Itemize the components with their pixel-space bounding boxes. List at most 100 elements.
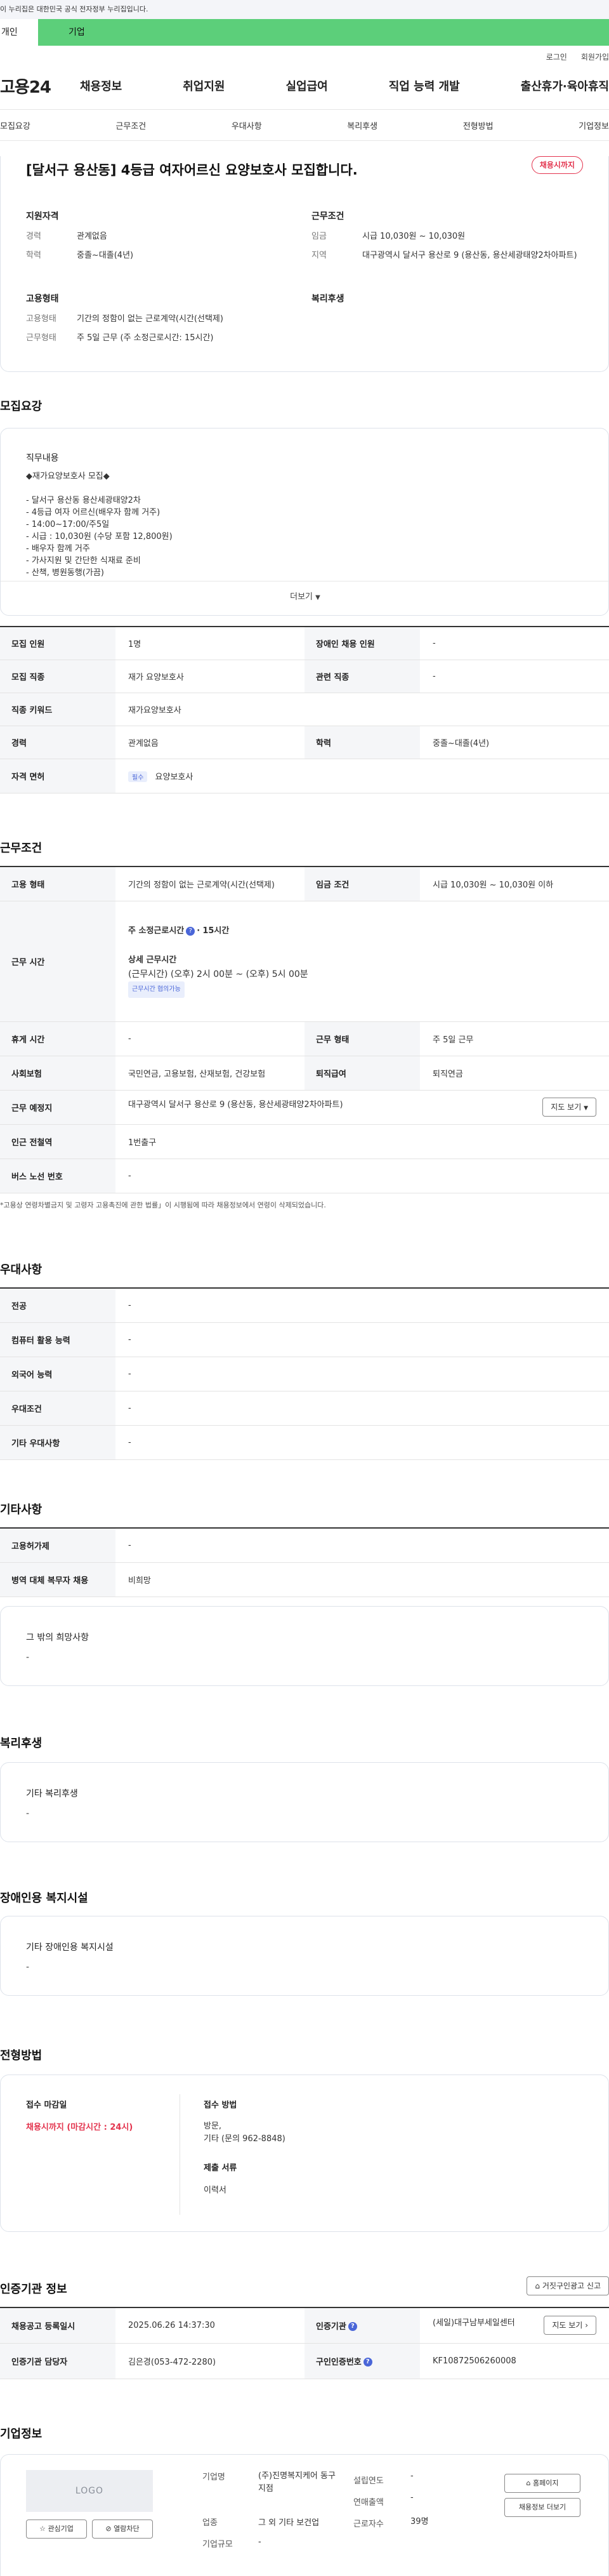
table-value: 주 5일 근무 (420, 1021, 609, 1056)
star-icon: ☆ (39, 2525, 46, 2533)
block-view-button[interactable]: ⊘ 열람차단 (92, 2520, 153, 2539)
summary-value: 기간의 정함이 없는 근로계약(시간(선택제) (77, 314, 223, 324)
staff-key: 근로자수 (353, 2520, 384, 2529)
table-row: 채용공고 등록일시 2025.06.26 14:37:30 인증기관? (세일)… (0, 2307, 609, 2344)
gnb-item-employment-support[interactable]: 취업지원 (183, 77, 225, 94)
table-key: 근무 시간 (0, 901, 115, 1022)
docs-label: 제출 서류 (204, 2163, 237, 2173)
summary-value: 관계없음 (77, 232, 107, 241)
anchor-preferences[interactable]: 우대사항 (232, 119, 262, 131)
chevron-down-icon: ▼ (584, 1105, 588, 1112)
table-row: 자격 면허 필수 요양보호사 (0, 759, 609, 793)
org-cell: (세일)대구남부세일센터 지도 보기 › (420, 2307, 609, 2344)
table-value: - (115, 1288, 609, 1323)
anchor-conditions[interactable]: 근무조건 (115, 119, 146, 131)
home-icon: ⌂ (535, 2281, 540, 2290)
table-key: 모집 인원 (0, 627, 115, 660)
cert-number-label: 구인인증번호 (316, 2357, 362, 2367)
table-key: 근무 형태 (304, 1021, 420, 1056)
tab-personal[interactable]: 개인 (0, 19, 38, 46)
disability-label: 기타 장애인용 복지시설 (26, 1942, 114, 1953)
chevron-down-icon: ▼ (315, 594, 320, 601)
block-icon: ⊘ (105, 2525, 112, 2533)
age-footnote: *고용상 연령차별금지 및 고령자 고용촉진에 관한 법률」이 시행됨에 따라 … (0, 1201, 326, 1209)
tab-company[interactable]: 기업 (38, 19, 609, 46)
deadline-value: 채용시까지 (마감시간 : 24시) (26, 2123, 133, 2132)
summary-key: 임금 (311, 232, 327, 241)
section-anchor-nav: 모집요강 근무조건 우대사항 복리후생 전형방법 기업정보 (0, 109, 609, 141)
favorite-company-button[interactable]: ☆ 관심기업 (26, 2520, 87, 2539)
table-row: 직종 키워드 재가요양보호사 (0, 693, 609, 726)
more-jobs-button[interactable]: 채용정보 더보기 (504, 2498, 580, 2517)
disability-section-title: 장애인용 복지시설 (0, 1892, 88, 1905)
qualification-heading: 지원자격 (26, 211, 59, 222)
anchor-recruit[interactable]: 모집요강 (0, 119, 30, 131)
summary-key: 고용형태 (26, 314, 56, 324)
help-icon[interactable]: ? (186, 926, 195, 936)
more-button[interactable]: 더보기 ▼ (1, 581, 609, 613)
method-value: 방문, (204, 2121, 222, 2131)
disability-box: 기타 장애인용 복지시설 - (0, 1916, 609, 1996)
gnb-item-unemployment-benefit[interactable]: 실업급여 (286, 77, 328, 94)
utility-links: 로그인 회원가입 (0, 46, 609, 67)
org-map-button[interactable]: 지도 보기 › (544, 2316, 596, 2335)
report-fake-ad-button[interactable]: ⌂ 거짓구인광고 신고 (527, 2276, 609, 2295)
company-name-key: 기업명 (202, 2473, 225, 2482)
org-value: (세일)대구남부세일센터 (433, 2318, 515, 2328)
industry-key: 업종 (202, 2518, 218, 2528)
detail-hours-value: (근무시간) (오후) 2시 00분 ~ (오후) 5시 00분 (128, 969, 308, 979)
table-value: 시급 10,030원 ~ 10,030원 이하 (420, 866, 609, 901)
table-key: 고용 형태 (0, 866, 115, 901)
table-key: 직종 키워드 (0, 693, 115, 726)
table-row: 고용허가제 - (0, 1528, 609, 1563)
etc-table: 고용허가제 - 병역 대체 복무자 채용 비희망 (0, 1527, 609, 1597)
table-row: 근무 예정지 대구광역시 달서구 용산로 9 (용산동, 용산세광태양2차아파트… (0, 1090, 609, 1125)
table-row: 인증기관 담당자 김은경(053-472-2280) 구인인증번호? KF108… (0, 2343, 609, 2379)
founded-value: - (410, 2471, 414, 2481)
table-key: 우대조건 (0, 1391, 115, 1426)
duty-label: 직무내용 (26, 453, 59, 463)
anchor-selection[interactable]: 전형방법 (463, 119, 494, 131)
table-key: 모집 직종 (0, 660, 115, 693)
sales-value: - (410, 2493, 414, 2502)
table-value: 중졸~대졸(4년) (420, 726, 609, 759)
welfare-heading: 복리후생 (311, 294, 344, 304)
recruit-section-title: 모집요강 (0, 400, 43, 413)
etc-section-title: 기타사항 (0, 1503, 43, 1517)
homepage-label: 홈페이지 (533, 2479, 559, 2487)
summary-value: 시급 10,030원 ~ 10,030원 (362, 232, 466, 241)
table-key: 버스 노선 번호 (0, 1159, 115, 1193)
summary-row: 경력 관계없음 (26, 231, 280, 242)
gnb-item-jobs[interactable]: 채용정보 (80, 77, 122, 94)
selection-section-title: 전형방법 (0, 2049, 43, 2062)
signup-link[interactable]: 회원가입 (581, 51, 609, 62)
gnb-item-parental-leave[interactable]: 출산휴가·육아휴직 (521, 77, 609, 94)
table-key: 관련 직종 (304, 660, 420, 693)
table-value: 2025.06.26 14:37:30 (115, 2307, 304, 2344)
table-key: 병역 대체 복무자 채용 (0, 1562, 115, 1597)
gnb-item-vocational-training[interactable]: 직업 능력 개발 (389, 77, 460, 94)
disability-value: - (26, 1962, 30, 1972)
anchor-company[interactable]: 기업정보 (579, 119, 609, 131)
table-key: 구인인증번호? (304, 2343, 420, 2379)
table-row: 버스 노선 번호 - (0, 1159, 609, 1193)
help-icon[interactable]: ? (363, 2358, 372, 2367)
map-button[interactable]: 지도 보기 ▼ (542, 1098, 596, 1117)
anchor-welfare[interactable]: 복리후생 (347, 119, 377, 131)
table-value: 김은경(053-472-2280) (115, 2343, 304, 2379)
industry-value: 그 외 기타 보건업 (258, 2518, 320, 2528)
summary-key: 경력 (26, 232, 41, 241)
homepage-button[interactable]: ⌂ 홈페이지 (504, 2474, 580, 2493)
table-key: 인근 전철역 (0, 1124, 115, 1159)
table-row: 외국어 능력 - (0, 1357, 609, 1391)
login-link[interactable]: 로그인 (546, 51, 567, 62)
table-key: 자격 면허 (0, 759, 115, 793)
method-value-contact: 기타 (문의 962-8848) (204, 2134, 285, 2144)
company-name-value: (주)진명복지케어 동구지점 (258, 2471, 336, 2493)
table-key: 외국어 능력 (0, 1357, 115, 1391)
site-logo[interactable]: 고용24 (0, 74, 80, 98)
help-icon[interactable]: ? (348, 2322, 357, 2332)
table-key: 근무 예정지 (0, 1090, 115, 1125)
table-key: 학력 (304, 726, 420, 759)
report-button-label: 거짓구인광고 신고 (542, 2281, 601, 2290)
